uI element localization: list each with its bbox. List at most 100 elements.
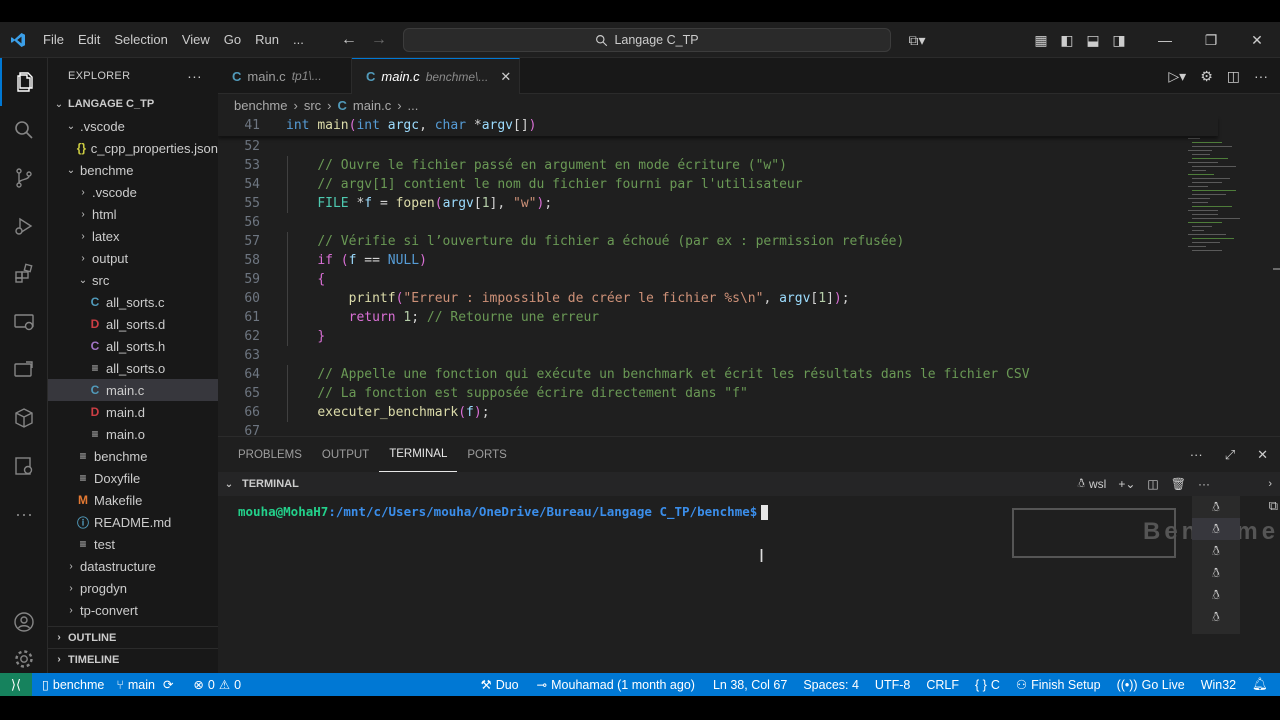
live-share-icon[interactable] — [0, 346, 48, 394]
tree-item[interactable]: › .vscode — [48, 181, 218, 203]
tree-item[interactable]: › output — [48, 247, 218, 269]
tree-item[interactable]: ⓘ README.md — [48, 511, 218, 533]
tree-item[interactable]: Dall_sorts.d — [48, 313, 218, 335]
accounts-icon[interactable] — [0, 598, 48, 646]
explorer-more-icon[interactable]: ··· — [187, 68, 202, 84]
notifications-bell-icon[interactable]: 🔔︎ — [1246, 677, 1274, 692]
forward-arrow-icon[interactable]: → — [371, 31, 387, 49]
terminal[interactable]: mouha@MohaH7:/mnt/c/Users/mouha/OneDrive… — [218, 496, 1280, 674]
run-debug-icon[interactable] — [0, 202, 48, 250]
settings-gear-icon[interactable] — [0, 646, 48, 672]
menu-edit[interactable]: Edit — [71, 22, 107, 58]
tree-item[interactable]: ≡ main.o — [48, 423, 218, 445]
breadcrumb-item[interactable]: ... — [408, 98, 419, 113]
tree-item[interactable]: ≡ all_sorts.o — [48, 357, 218, 379]
toggle-panel-icon[interactable]: ⬓ — [1080, 22, 1106, 58]
status-language[interactable]: { } C — [969, 678, 1006, 692]
menu-go[interactable]: Go — [217, 22, 248, 58]
terminal-more-icon[interactable]: ··· — [1198, 477, 1210, 491]
tree-item[interactable]: › progdyn — [48, 577, 218, 599]
split-terminal-icon[interactable]: ◫ — [1147, 477, 1158, 491]
status-branch[interactable]: ⑂ main ⟳ — [110, 677, 179, 693]
editor-more-icon[interactable]: ··· — [1254, 68, 1268, 84]
terminal-instance-1[interactable]: 🐧︎ — [1192, 496, 1240, 518]
menu-view[interactable]: View — [175, 22, 217, 58]
tab-main-c-tp1[interactable]: C main.c tp1\... — [218, 58, 352, 94]
breadcrumb-item[interactable]: src — [304, 98, 321, 113]
tree-item[interactable]: › html — [48, 203, 218, 225]
remote-explorer-icon[interactable] — [0, 298, 48, 346]
shell-name[interactable]: wsl — [1089, 477, 1106, 491]
status-platform[interactable]: Win32 — [1195, 678, 1242, 692]
terminal-instance-5[interactable]: 🐧︎ — [1192, 584, 1240, 606]
breadcrumb-item[interactable]: main.c — [353, 98, 391, 113]
close-panel-icon[interactable]: ✕ — [1257, 447, 1268, 463]
tree-item[interactable]: Dmain.d — [48, 401, 218, 423]
code-area[interactable]: 41 int main(int argc, char *argv[]) 52 53 /… — [218, 116, 1280, 436]
status-go-live[interactable]: ((•)) Go Live — [1111, 678, 1191, 692]
containers-icon[interactable] — [0, 394, 48, 442]
tree-item[interactable]: ≡ Doxyfile — [48, 467, 218, 489]
tree-item[interactable]: ≡ benchme — [48, 445, 218, 467]
tree-item[interactable]: › tp-convert — [48, 599, 218, 621]
restore-icon[interactable]: ❐ — [1188, 22, 1234, 58]
editor-settings-gear-icon[interactable]: ⚙ — [1200, 68, 1213, 85]
status-folder[interactable]: ▯ benchme — [36, 677, 110, 693]
tree-item[interactable]: M Makefile — [48, 489, 218, 511]
status-blame[interactable]: ⊸ Mouhamad (1 month ago) — [531, 677, 701, 693]
tab-problems[interactable]: PROBLEMS — [228, 437, 312, 472]
terminal-instance-2[interactable]: 🐧︎ — [1192, 518, 1240, 540]
tree-item[interactable]: Call_sorts.h — [48, 335, 218, 357]
status-eol[interactable]: CRLF — [920, 678, 965, 692]
menu-run[interactable]: Run — [248, 22, 286, 58]
terminal-instance-6[interactable]: 🐧︎ — [1192, 606, 1240, 628]
tree-item[interactable]: ⌄ src — [48, 269, 218, 291]
more-views-icon[interactable]: ··· — [0, 490, 48, 538]
chevron-right-icon[interactable]: › — [1268, 478, 1272, 490]
testing-icon[interactable] — [0, 442, 48, 490]
explorer-icon[interactable] — [0, 58, 48, 106]
tree-item[interactable]: Call_sorts.c — [48, 291, 218, 313]
toggle-primary-sidebar-icon[interactable]: ◧ — [1054, 22, 1080, 58]
tab-main-c-benchme[interactable]: C main.c benchme\... ✕ — [352, 58, 520, 94]
tree-item[interactable]: ⌄ benchme — [48, 159, 218, 181]
workspace-root[interactable]: ⌄ LANGAGE C_TP — [48, 93, 218, 115]
close-tab-icon[interactable]: ✕ — [500, 69, 511, 85]
tab-output[interactable]: OUTPUT — [312, 437, 379, 472]
chat-sidebar-icon[interactable]: ⧉ — [1269, 498, 1278, 514]
tree-item[interactable]: {} c_cpp_properties.json — [48, 137, 218, 159]
tree-item[interactable]: › latex — [48, 225, 218, 247]
remote-indicator-icon[interactable]: ⟩⟨ — [0, 673, 32, 696]
tab-ports[interactable]: PORTS — [457, 437, 516, 472]
kill-terminal-icon[interactable]: 🗑︎ — [1171, 477, 1186, 491]
status-finish-setup[interactable]: ⚇ Finish Setup — [1010, 677, 1107, 693]
source-control-icon[interactable] — [0, 154, 48, 202]
timeline-section[interactable]: › TIMELINE — [48, 648, 218, 670]
split-editor-icon[interactable]: ◫ — [1227, 68, 1240, 85]
status-position[interactable]: Ln 38, Col 67 — [707, 678, 793, 692]
outline-section[interactable]: › OUTLINE — [48, 626, 218, 648]
customize-layout-icon[interactable]: ▦ — [1028, 22, 1054, 58]
minimap[interactable] — [1188, 138, 1266, 258]
extensions-icon[interactable] — [0, 250, 48, 298]
search-view-icon[interactable] — [0, 106, 48, 154]
back-arrow-icon[interactable]: ← — [341, 31, 357, 49]
close-window-icon[interactable]: ✕ — [1234, 22, 1280, 58]
terminal-instance-3[interactable]: 🐧︎ — [1192, 540, 1240, 562]
terminal-instance-4[interactable]: 🐧︎ — [1192, 562, 1240, 584]
toggle-secondary-sidebar-icon[interactable]: ◨ — [1106, 22, 1132, 58]
command-center-search[interactable]: Langage C_TP — [403, 28, 891, 52]
new-terminal-icon[interactable]: +⌄ — [1118, 477, 1135, 491]
tree-item[interactable]: ⌄ .vscode — [48, 115, 218, 137]
run-code-icon[interactable]: ▷▾ — [1168, 68, 1186, 85]
breadcrumb-item[interactable]: benchme — [234, 98, 287, 113]
status-problems[interactable]: ⊗ 0 ⚠ 0 — [187, 677, 247, 693]
tree-item[interactable]: Cmain.c — [48, 379, 218, 401]
panel-more-icon[interactable]: ··· — [1190, 447, 1203, 462]
menu-file[interactable]: File — [36, 22, 71, 58]
status-encoding[interactable]: UTF-8 — [869, 678, 916, 692]
menu-selection[interactable]: Selection — [107, 22, 174, 58]
maximize-panel-icon[interactable]: ⤢ — [1225, 447, 1235, 463]
tree-item[interactable]: › datastructure — [48, 555, 218, 577]
menu-more[interactable]: ... — [286, 22, 311, 58]
